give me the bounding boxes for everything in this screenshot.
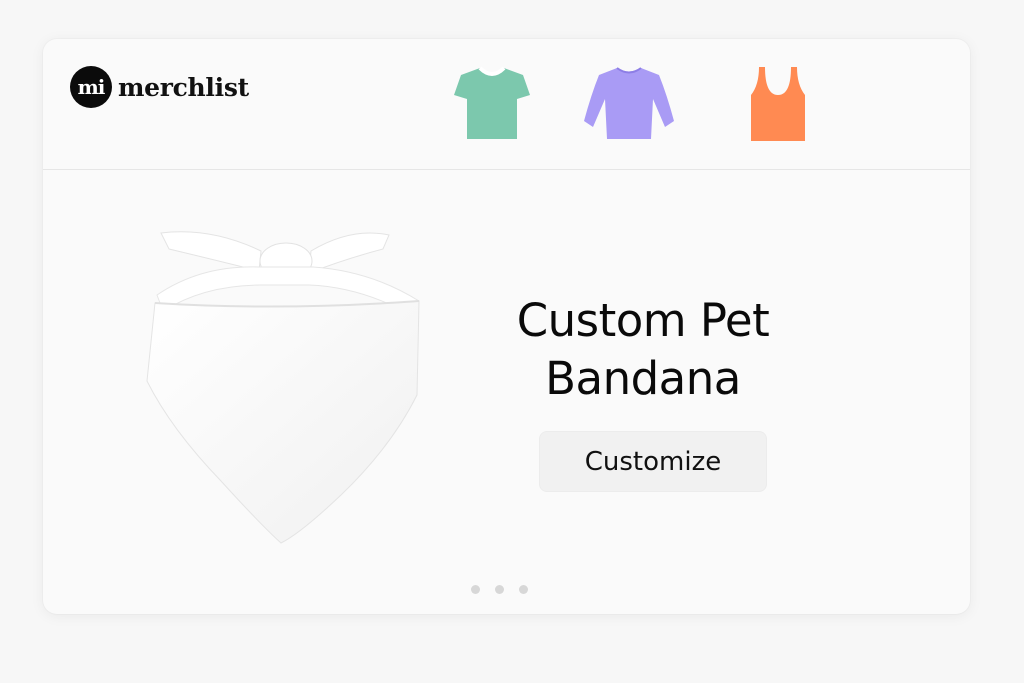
customize-button[interactable]: Customize [539,431,767,492]
carousel-indicator [471,585,528,594]
logo[interactable]: mi merchlist [70,66,249,108]
product-title: Custom Pet Bandana [463,292,823,408]
carousel-dot[interactable] [519,585,528,594]
logo-mark: mi [70,66,112,108]
product-card: mi merchlist Custom Pet Bandana Customiz… [43,39,970,614]
tshirt-icon [454,66,530,139]
product-image [141,225,431,545]
category-longsleeve[interactable] [581,65,677,141]
tank-top-icon [751,67,805,141]
category-tank-top[interactable] [747,65,809,143]
carousel-dot[interactable] [495,585,504,594]
longsleeve-icon [584,67,674,139]
product-title-line-1: Custom Pet [516,294,770,347]
carousel-dot[interactable] [471,585,480,594]
brand-name: merchlist [118,72,249,102]
category-tshirt[interactable] [451,65,533,141]
header: mi merchlist [43,39,970,170]
product-title-line-2: Bandana [545,352,741,405]
bandana-icon [146,231,420,544]
